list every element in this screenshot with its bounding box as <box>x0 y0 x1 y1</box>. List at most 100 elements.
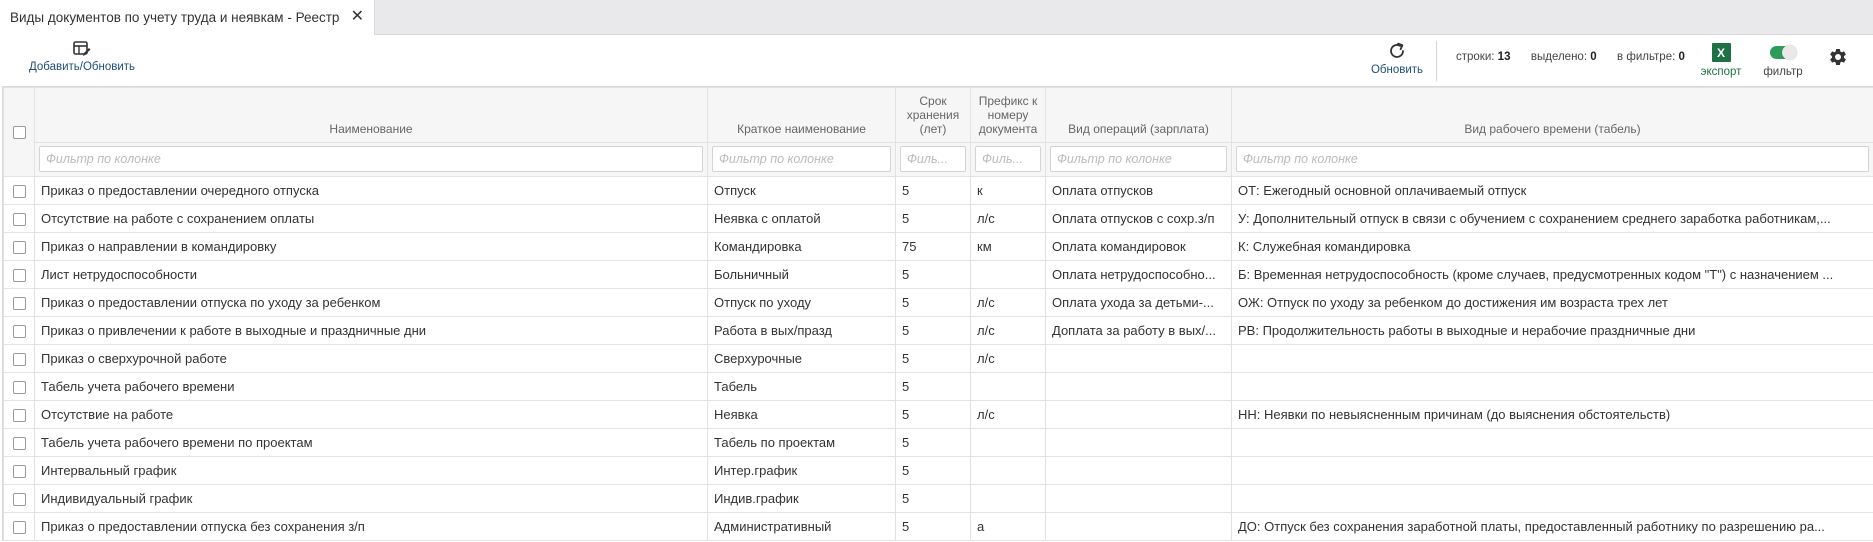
table-row[interactable]: Приказ о предоставлении отпуска по уходу… <box>3 288 1873 317</box>
add-update-button[interactable]: Добавить/Обновить <box>24 41 140 73</box>
tab-bar: Виды документов по учету труда и неявкам… <box>0 0 1873 35</box>
cell-time-type: Б: Временная нетрудоспособность (кроме с… <box>1231 260 1873 289</box>
row-checkbox[interactable] <box>12 437 26 451</box>
selected-label: выделено: <box>1530 51 1588 63</box>
row-checkbox[interactable] <box>12 297 26 311</box>
gear-icon[interactable] <box>1828 47 1848 67</box>
filtered-count: 0 <box>1678 51 1685 63</box>
rows-count: 13 <box>1497 51 1511 63</box>
filtered-label: в фильтре: <box>1617 51 1676 63</box>
export-label: экспорт <box>1700 66 1742 78</box>
cell-time-type: ДО: Отпуск без сохранения заработной пла… <box>1231 512 1873 541</box>
cell-short-name: Административный <box>707 512 896 541</box>
cell-time-type <box>1231 484 1873 513</box>
refresh-button[interactable]: Обновить <box>1364 41 1430 76</box>
table-row[interactable]: Приказ о сверхурочной работе Сверхурочны… <box>3 344 1873 373</box>
cell-name: Интервальный график <box>34 456 708 485</box>
toolbar: Добавить/Обновить Обновить строки: 13 вы… <box>0 35 1873 87</box>
registry-table: Наименование Краткое наименование Срок х… <box>3 87 1873 541</box>
cell-prefix: л/с <box>970 316 1046 345</box>
column-header-short-name[interactable]: Краткое наименование <box>707 87 896 143</box>
close-icon[interactable]: ✕ <box>351 8 364 26</box>
table-row[interactable]: Приказ о предоставлении отпуска без сохр… <box>3 512 1873 541</box>
excel-icon: X <box>1711 43 1731 62</box>
cell-time-type: К: Служебная командировка <box>1231 232 1873 261</box>
cell-name: Отсутствие на работе с сохранением оплат… <box>34 204 708 233</box>
filter-input-time-type[interactable] <box>1236 146 1869 172</box>
column-header-name[interactable]: Наименование <box>34 87 708 143</box>
refresh-label: Обновить <box>1370 64 1424 76</box>
filter-label: фильтр <box>1763 66 1803 78</box>
cell-name: Приказ о предоставлении отпуска без сохр… <box>34 512 708 541</box>
column-header-operation-type[interactable]: Вид операций (зарплата) <box>1045 87 1232 143</box>
cell-operation-type: Оплата отпусков с сохр.з/п <box>1045 204 1232 233</box>
table-row[interactable]: Лист нетрудоспособности Больничный 5 Опл… <box>3 260 1873 289</box>
cell-short-name: Работа в вых/празд <box>707 316 896 345</box>
select-all-cell <box>3 87 35 177</box>
rows-label: строки: <box>1456 51 1495 63</box>
filter-input-storage-years[interactable] <box>900 146 966 172</box>
row-checkbox[interactable] <box>12 493 26 507</box>
cell-short-name: Отпуск по уходу <box>707 288 896 317</box>
row-checkbox[interactable] <box>12 353 26 367</box>
row-checkbox[interactable] <box>12 269 26 283</box>
filter-input-prefix[interactable] <box>975 146 1041 172</box>
cell-short-name: Сверхурочные <box>707 344 896 373</box>
filter-toggle[interactable] <box>1770 45 1797 60</box>
cell-name: Табель учета рабочего времени <box>34 372 708 401</box>
cell-prefix <box>970 260 1046 289</box>
cell-prefix: л/с <box>970 344 1046 373</box>
cell-operation-type <box>1045 400 1232 429</box>
table-row[interactable]: Табель учета рабочего времени по проекта… <box>3 428 1873 457</box>
table-row[interactable]: Отсутствие на работе Неявка 5 л/с НН: Не… <box>3 400 1873 429</box>
selected-count: 0 <box>1590 51 1597 63</box>
cell-operation-type <box>1045 512 1232 541</box>
cell-operation-type <box>1045 428 1232 457</box>
row-checkbox[interactable] <box>12 381 26 395</box>
cell-name: Отсутствие на работе <box>34 400 708 429</box>
row-checkbox[interactable] <box>12 521 26 535</box>
cell-operation-type: Оплата ухода за детьми-... <box>1045 288 1232 317</box>
column-header-time-type[interactable]: Вид рабочего времени (табель) <box>1231 87 1873 143</box>
cell-operation-type <box>1045 344 1232 373</box>
cell-storage-years: 5 <box>895 400 971 429</box>
cell-short-name: Отпуск <box>707 176 896 205</box>
column-header-storage-years[interactable]: Срок хранения (лет) <box>895 87 971 143</box>
row-checkbox[interactable] <box>12 325 26 339</box>
cell-time-type <box>1231 344 1873 373</box>
cell-operation-type: Оплата командировок <box>1045 232 1232 261</box>
filter-input-name[interactable] <box>39 146 703 172</box>
cell-storage-years: 5 <box>895 344 971 373</box>
select-all-checkbox[interactable] <box>12 126 26 140</box>
table-row[interactable]: Индивидуальный график Индив.график 5 <box>3 484 1873 513</box>
row-checkbox[interactable] <box>12 465 26 479</box>
filter-input-short-name[interactable] <box>712 146 891 172</box>
row-checkbox[interactable] <box>12 241 26 255</box>
header-row: Наименование Краткое наименование Срок х… <box>3 87 1873 177</box>
cell-short-name: Командировка <box>707 232 896 261</box>
table-row[interactable]: Приказ о предоставлении очередного отпус… <box>3 176 1873 205</box>
export-button[interactable]: X экспорт <box>1696 43 1746 78</box>
registry-grid: Наименование Краткое наименование Срок х… <box>2 86 1873 541</box>
cell-time-type: НН: Неявки по невыясненным причинам (до … <box>1231 400 1873 429</box>
cell-time-type <box>1231 428 1873 457</box>
cell-time-type <box>1231 456 1873 485</box>
row-checkbox[interactable] <box>12 213 26 227</box>
row-checkbox[interactable] <box>12 185 26 199</box>
table-row[interactable]: Табель учета рабочего времени Табель 5 <box>3 372 1873 401</box>
table-row[interactable]: Приказ о привлечении к работе в выходные… <box>3 316 1873 345</box>
cell-storage-years: 5 <box>895 316 971 345</box>
table-row[interactable]: Интервальный график Интер.график 5 <box>3 456 1873 485</box>
filter-input-operation-type[interactable] <box>1050 146 1227 172</box>
table-row[interactable]: Отсутствие на работе с сохранением оплат… <box>3 204 1873 233</box>
cell-time-type: ОЖ: Отпуск по уходу за ребенком до дости… <box>1231 288 1873 317</box>
table-edit-icon <box>73 41 91 56</box>
table-row[interactable]: Приказ о направлении в командировку Кома… <box>3 232 1873 261</box>
cell-prefix: л/с <box>970 400 1046 429</box>
row-checkbox[interactable] <box>12 409 26 423</box>
cell-storage-years: 5 <box>895 288 971 317</box>
cell-time-type: РВ: Продолжительность работы в выходные … <box>1231 316 1873 345</box>
tab-registry[interactable]: Виды документов по учету труда и неявкам… <box>0 0 375 35</box>
toolbar-divider <box>1436 41 1437 81</box>
column-header-prefix[interactable]: Префикс к номеру документа <box>970 87 1046 143</box>
